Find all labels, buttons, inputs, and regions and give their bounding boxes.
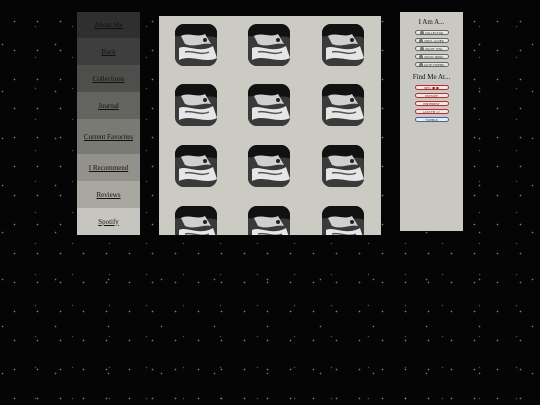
anime-character-avatar-icon[interactable] — [248, 145, 290, 187]
nav-link-label: Collections — [92, 74, 125, 83]
anime-character-avatar-icon[interactable] — [248, 84, 290, 126]
find-me-badge-list: NEO_■ ■ MIXTAPE PINTEREST LAST.FM ♪♪ TUMBLR — [400, 85, 463, 122]
nav-link-label: Spotify — [98, 217, 119, 226]
i-am-badge: COLLECTOR — [414, 30, 449, 35]
i-am-heading: I Am A... — [418, 18, 445, 26]
find-me-badge[interactable]: NEO_■ ■ — [414, 85, 449, 90]
anime-character-avatar-icon[interactable] — [175, 206, 217, 235]
nav-link-label: Journal — [98, 101, 119, 110]
badge-dot-icon — [418, 63, 423, 66]
badge-label: COLLECTOR — [424, 31, 444, 35]
find-me-heading: Find Me At... — [412, 73, 451, 81]
gallery-panel — [159, 16, 381, 235]
find-me-badge[interactable]: TUMBLR — [414, 117, 449, 122]
nav-link-label: About Me — [94, 21, 123, 29]
anime-character-avatar-icon[interactable] — [322, 84, 364, 126]
badge-dot-icon — [419, 39, 424, 42]
badge-dot-icon — [419, 55, 424, 58]
badge-label: VINYL LOVER — [424, 39, 444, 43]
nav-link-back[interactable]: Back — [77, 38, 140, 65]
badge-label: NIGHT OWL — [425, 47, 443, 51]
anime-character-avatar-icon[interactable] — [175, 84, 217, 126]
i-am-badge: NIGHT OWL — [414, 46, 449, 51]
nav-link-journal[interactable]: Journal — [77, 92, 140, 119]
i-am-badge: GOTH FRIEND — [414, 62, 449, 67]
find-me-badge[interactable]: PINTEREST — [414, 101, 449, 106]
nav-link-current-favorites[interactable]: Current Favorites — [77, 119, 140, 154]
badge-dot-icon — [419, 31, 424, 34]
i-am-badge: VINYL LOVER — [414, 38, 449, 43]
sidebar-nav: About Me Back Collections Journal Curren… — [77, 12, 140, 235]
anime-character-avatar-icon[interactable] — [175, 145, 217, 187]
nav-link-reviews[interactable]: Reviews — [77, 181, 140, 208]
i-am-badge-list: COLLECTOR VINYL LOVER NIGHT OWL MUSIC NERD G… — [400, 30, 463, 67]
nav-link-collections[interactable]: Collections — [77, 65, 140, 92]
nav-link-label: I Recommend — [88, 163, 129, 172]
info-sidebar: I Am A... COLLECTOR VINYL LOVER NIGHT OWL M… — [400, 12, 463, 231]
i-am-badge: MUSIC NERD — [414, 54, 449, 59]
nav-link-label: Reviews — [96, 190, 121, 199]
nav-link-i-recommend[interactable]: I Recommend — [77, 154, 140, 181]
find-me-badge[interactable]: MIXTAPE — [414, 93, 449, 98]
anime-character-avatar-icon[interactable] — [322, 24, 364, 66]
nav-link-spotify[interactable]: Spotify — [77, 208, 140, 235]
nav-link-about-me[interactable]: About Me — [77, 12, 140, 38]
anime-character-avatar-icon[interactable] — [322, 206, 364, 235]
nav-link-label: Back — [101, 47, 116, 56]
find-me-badge[interactable]: LAST.FM ♪♪ — [414, 109, 449, 114]
anime-character-avatar-icon[interactable] — [248, 206, 290, 235]
badge-label: MUSIC NERD — [424, 55, 444, 59]
anime-character-avatar-icon[interactable] — [175, 24, 217, 66]
badge-dot-icon — [420, 47, 425, 50]
anime-character-avatar-icon[interactable] — [248, 24, 290, 66]
badge-label: GOTH FRIEND — [423, 63, 445, 67]
nav-link-label: Current Favorites — [83, 132, 134, 141]
anime-character-avatar-icon[interactable] — [322, 145, 364, 187]
